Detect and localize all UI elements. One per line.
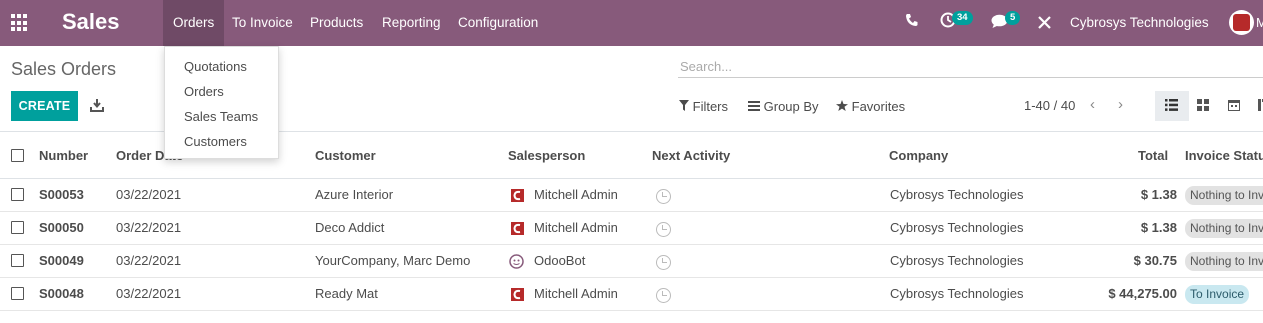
table-row[interactable]: S00050 03/22/2021 Deco Addict Mitchell Admi… xyxy=(0,212,1263,245)
group-by-label: Group By xyxy=(763,99,819,114)
customer-name: Deco Addict xyxy=(315,220,385,235)
salesperson-name: Mitchell Admin xyxy=(534,187,618,202)
pivot-view-button[interactable] xyxy=(1248,91,1263,121)
order-date: 03/22/2021 xyxy=(116,220,182,235)
phone-icon[interactable] xyxy=(905,13,918,30)
debug-tools-icon[interactable] xyxy=(1038,16,1051,32)
select-all-checkbox[interactable] xyxy=(11,149,24,162)
salesperson-avatar-icon xyxy=(510,188,525,203)
row-checkbox[interactable] xyxy=(11,287,24,300)
user-name[interactable]: M xyxy=(1256,15,1263,30)
list-view-button[interactable] xyxy=(1155,91,1189,121)
company-name: Cybrosys Technologies xyxy=(890,220,1024,235)
star-icon xyxy=(836,100,848,111)
order-number: S00053 xyxy=(39,187,84,202)
dropdown-item-sales-teams[interactable]: Sales Teams xyxy=(184,109,258,124)
column-header-invoice-status[interactable]: Invoice Status xyxy=(1185,148,1263,163)
order-number: S00050 xyxy=(39,220,84,235)
orders-dropdown-menu: Quotations Orders Sales Teams Customers xyxy=(164,46,279,159)
menu-to-invoice[interactable]: To Invoice xyxy=(222,0,303,46)
page-title: Sales Orders xyxy=(11,59,117,79)
order-date: 03/22/2021 xyxy=(116,286,182,301)
pager-value[interactable]: 1-40 / 40 xyxy=(1024,98,1075,113)
salesperson-avatar-icon xyxy=(510,287,525,302)
pivot-view-icon xyxy=(1258,99,1263,111)
company-name: Cybrosys Technologies xyxy=(890,253,1024,268)
company-name: Cybrosys Technologies xyxy=(890,286,1024,301)
salesperson-name: Mitchell Admin xyxy=(534,286,618,301)
app-name[interactable]: Sales xyxy=(62,9,120,35)
dropdown-item-orders[interactable]: Orders xyxy=(184,84,224,99)
order-total: $ 1.38 xyxy=(1140,220,1177,235)
activity-clock-icon[interactable] xyxy=(656,222,671,237)
dropdown-item-quotations[interactable]: Quotations xyxy=(184,59,247,74)
menu-orders[interactable]: Orders xyxy=(163,0,225,46)
invoice-status-badge: Nothing to Invoice xyxy=(1185,219,1263,238)
search-input[interactable] xyxy=(678,56,1263,78)
list-view-icon xyxy=(1165,99,1178,111)
invoice-status-badge: To Invoice xyxy=(1185,285,1250,304)
group-by-button[interactable]: Group By xyxy=(748,99,819,114)
pager-previous-icon[interactable]: ‹ xyxy=(1090,96,1095,113)
kanban-view-button[interactable] xyxy=(1187,91,1221,121)
table-row[interactable]: S00053 03/22/2021 Azure Interior Mitchell A… xyxy=(0,179,1263,212)
order-total: $ 30.75 xyxy=(1133,253,1177,268)
row-checkbox[interactable] xyxy=(11,188,24,201)
order-date: 03/22/2021 xyxy=(116,187,182,202)
row-checkbox[interactable] xyxy=(11,221,24,234)
invoice-status-badge: Nothing to Invoice xyxy=(1185,186,1263,205)
pager-next-icon[interactable]: › xyxy=(1118,96,1123,113)
customer-name: Ready Mat xyxy=(315,286,378,301)
column-header-salesperson[interactable]: Salesperson xyxy=(508,148,585,163)
calendar-view-icon xyxy=(1228,100,1240,111)
customer-name: Azure Interior xyxy=(315,187,394,202)
group-by-icon xyxy=(748,101,760,111)
download-icon[interactable] xyxy=(90,98,104,112)
activity-clock-icon[interactable] xyxy=(656,288,671,303)
calendar-view-button[interactable] xyxy=(1218,91,1252,121)
create-button[interactable]: CREATE xyxy=(11,91,78,121)
column-header-customer[interactable]: Customer xyxy=(315,148,376,163)
favorites-button[interactable]: Favorites xyxy=(836,99,905,114)
user-avatar[interactable] xyxy=(1229,10,1254,35)
order-number: S00049 xyxy=(39,253,84,268)
table-row[interactable]: S00049 03/22/2021 YourCompany, Marc Demo Od… xyxy=(0,245,1263,278)
column-header-company[interactable]: Company xyxy=(889,148,948,163)
order-total: $ 44,275.00 xyxy=(1108,286,1177,301)
odoobot-avatar-icon xyxy=(509,254,524,269)
kanban-view-icon xyxy=(1197,99,1209,111)
messages-count-badge: 5 xyxy=(1005,11,1021,25)
column-header-total[interactable]: Total xyxy=(1138,148,1168,163)
invoice-status-badge: Nothing to Invoice xyxy=(1185,252,1263,271)
salesperson-name: Mitchell Admin xyxy=(534,220,618,235)
menu-products[interactable]: Products xyxy=(300,0,373,46)
table-row[interactable]: S00048 03/22/2021 Ready Mat Mitchell Admin C… xyxy=(0,278,1263,311)
favorites-label: Favorites xyxy=(851,99,906,114)
company-name: Cybrosys Technologies xyxy=(890,187,1024,202)
salesperson-avatar-icon xyxy=(510,221,525,236)
apps-menu-icon[interactable] xyxy=(11,14,29,32)
filters-button[interactable]: Filters xyxy=(679,99,728,114)
order-date: 03/22/2021 xyxy=(116,253,182,268)
column-header-next-activity[interactable]: Next Activity xyxy=(652,148,730,163)
filters-label: Filters xyxy=(692,99,729,114)
menu-reporting[interactable]: Reporting xyxy=(372,0,451,46)
activity-count-badge: 34 xyxy=(952,11,973,25)
menu-configuration[interactable]: Configuration xyxy=(448,0,548,46)
top-navbar: Sales Orders To Invoice Products Reporti… xyxy=(0,0,1263,46)
activity-clock-icon[interactable] xyxy=(656,255,671,270)
order-number: S00048 xyxy=(39,286,84,301)
activity-clock-icon[interactable] xyxy=(656,189,671,204)
salesperson-name: OdooBot xyxy=(534,253,586,268)
dropdown-item-customers[interactable]: Customers xyxy=(184,134,247,149)
customer-name: YourCompany, Marc Demo xyxy=(315,253,471,268)
column-header-number[interactable]: Number xyxy=(39,148,88,163)
order-total: $ 1.38 xyxy=(1140,187,1177,202)
company-switcher[interactable]: Cybrosys Technologies xyxy=(1070,15,1209,30)
row-checkbox[interactable] xyxy=(11,254,24,267)
filter-icon xyxy=(679,100,689,111)
